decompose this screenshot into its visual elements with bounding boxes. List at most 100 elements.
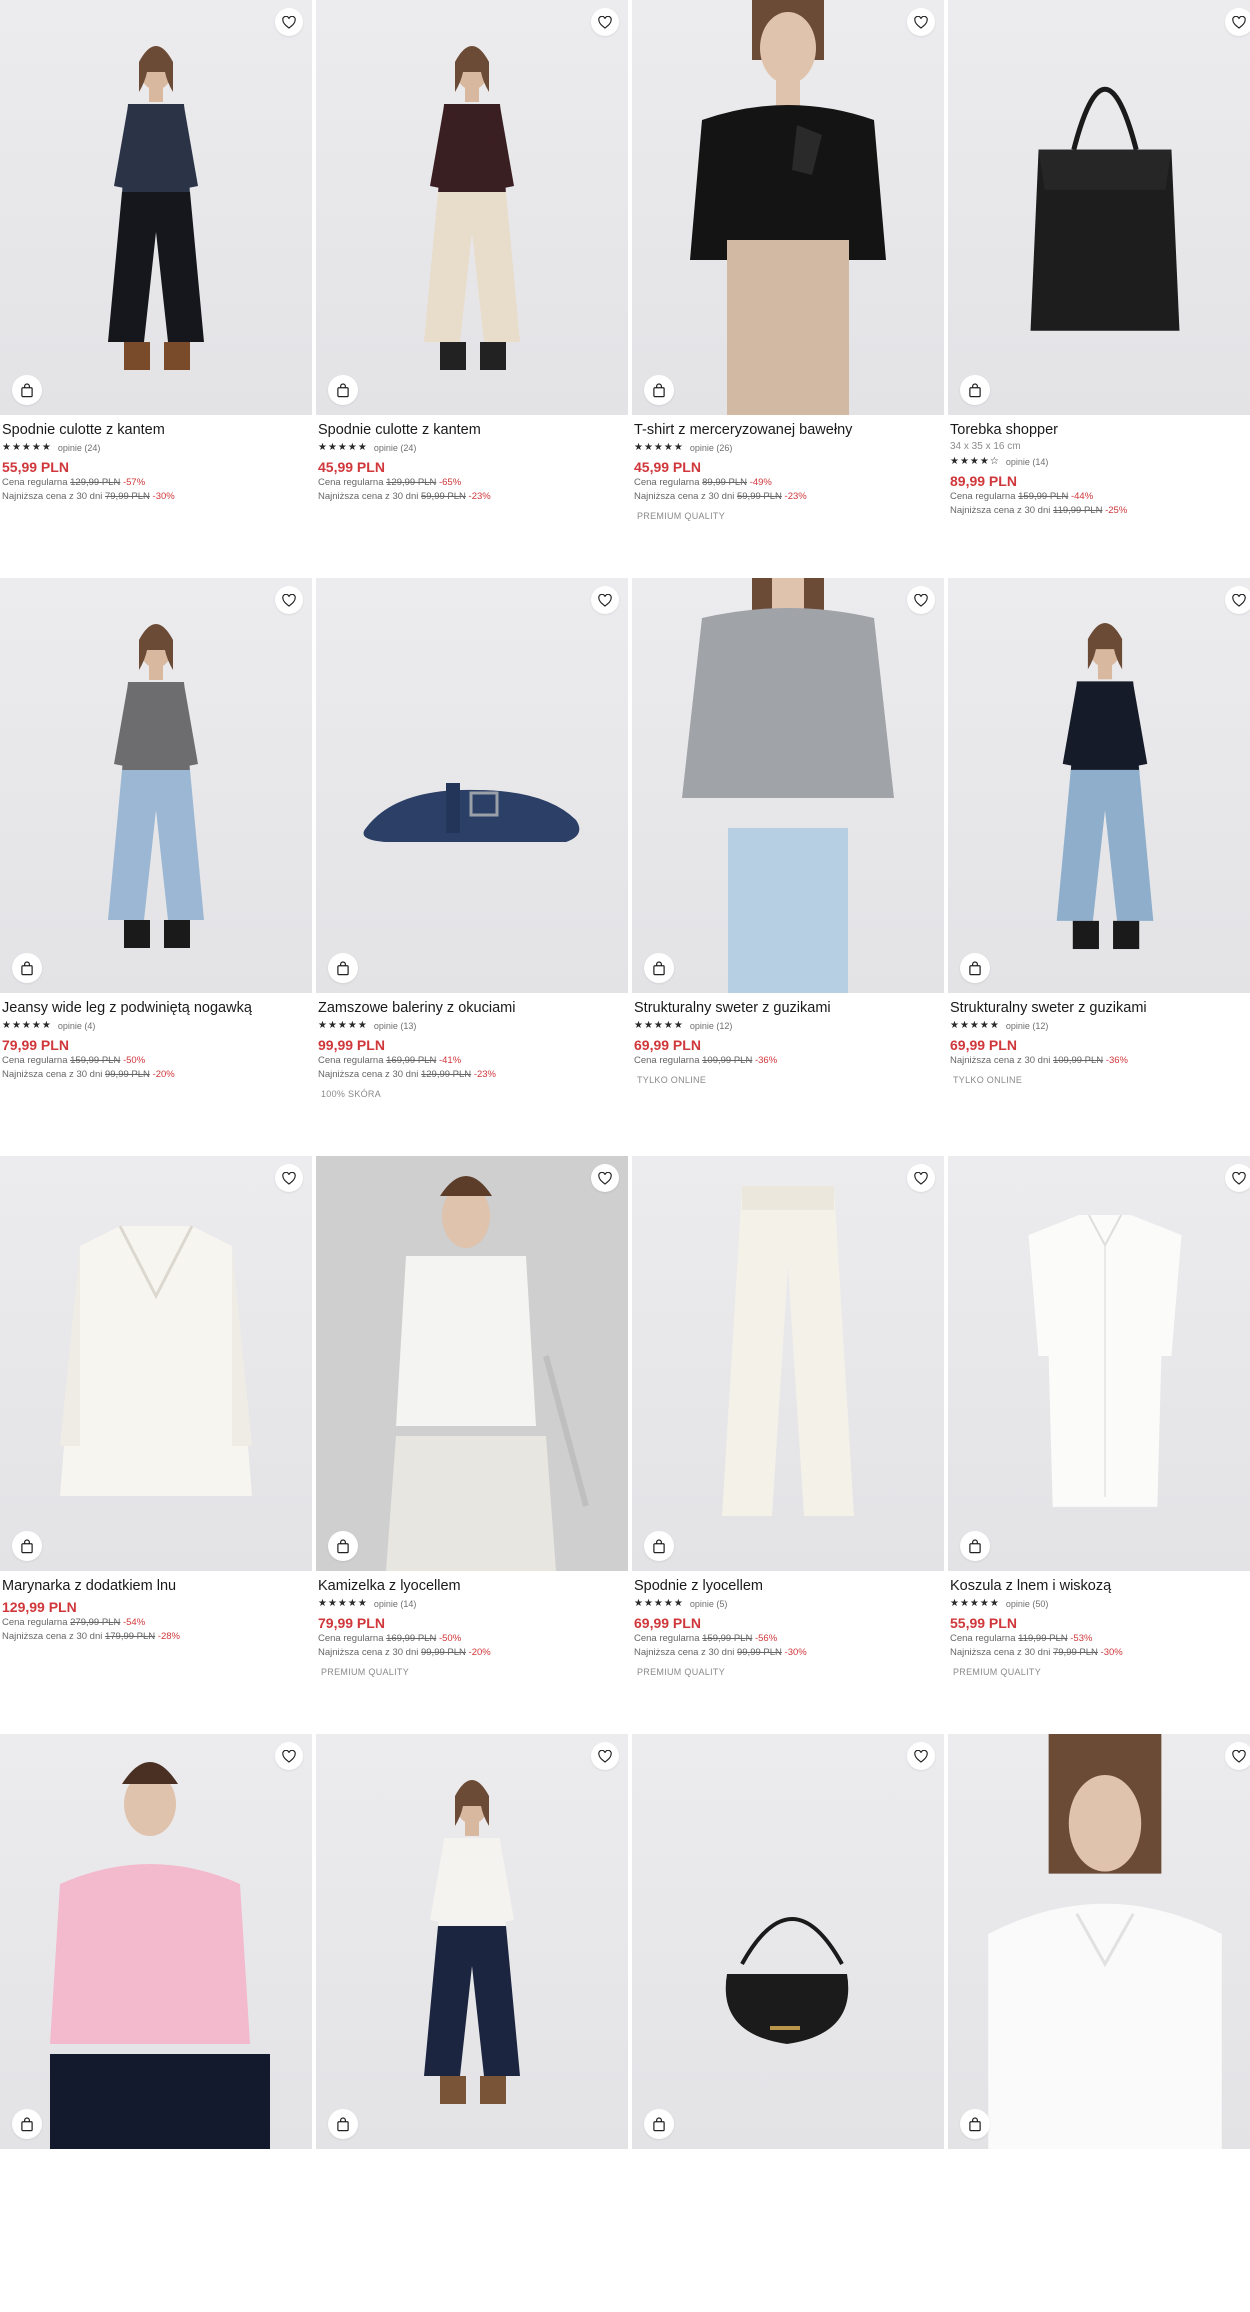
product-photo[interactable] xyxy=(316,1734,628,2149)
product-photo[interactable] xyxy=(948,1156,1250,1571)
add-to-cart-button[interactable] xyxy=(328,953,358,983)
product-name[interactable]: Jeansy wide leg z podwiniętą nogawką xyxy=(2,999,310,1017)
product-card[interactable] xyxy=(948,1734,1250,2312)
shopping-bag-icon xyxy=(969,1538,981,1553)
product-photo[interactable] xyxy=(0,578,312,993)
lowest-price-value: 119,99 PLN xyxy=(1052,505,1103,516)
add-to-wishlist-button[interactable] xyxy=(591,8,619,36)
add-to-cart-button[interactable] xyxy=(12,1531,42,1561)
heart-icon xyxy=(1232,593,1246,607)
product-card[interactable]: Spodnie culotte z kantem ★★★★★ opinie (2… xyxy=(0,0,312,578)
add-to-cart-button[interactable] xyxy=(328,1531,358,1561)
regular-price-discount: -53% xyxy=(1070,1633,1093,1644)
product-photo[interactable] xyxy=(948,0,1250,415)
product-name[interactable]: Strukturalny sweter z guzikami xyxy=(950,999,1250,1017)
add-to-cart-button[interactable] xyxy=(644,1531,674,1561)
add-to-wishlist-button[interactable] xyxy=(1225,1742,1250,1770)
product-card[interactable]: Strukturalny sweter z guzikami ★★★★★ opi… xyxy=(632,578,944,1156)
product-name[interactable]: T-shirt z merceryzowanej bawełny xyxy=(634,421,942,439)
heart-icon xyxy=(282,1171,296,1185)
add-to-wishlist-button[interactable] xyxy=(591,1742,619,1770)
product-photo[interactable] xyxy=(632,0,944,415)
add-to-wishlist-button[interactable] xyxy=(1225,8,1250,36)
add-to-cart-button[interactable] xyxy=(12,953,42,983)
product-card[interactable] xyxy=(0,1734,312,2312)
add-to-cart-button[interactable] xyxy=(12,2109,42,2139)
add-to-wishlist-button[interactable] xyxy=(1225,586,1250,614)
add-to-wishlist-button[interactable] xyxy=(907,586,935,614)
regular-price-line: Cena regularna 109,99 PLN -36% xyxy=(634,1054,942,1068)
product-card[interactable]: Jeansy wide leg z podwiniętą nogawką ★★★… xyxy=(0,578,312,1156)
product-photo[interactable] xyxy=(0,1156,312,1571)
rating-stars-icon: ★★★★★ xyxy=(2,442,52,453)
lowest-price-line: Najniższa cena z 30 dni 59,99 PLN -23% xyxy=(318,490,626,504)
product-name[interactable]: Spodnie culotte z kantem xyxy=(318,421,626,439)
product-card[interactable]: Strukturalny sweter z guzikami ★★★★★ opi… xyxy=(948,578,1250,1156)
review-count[interactable]: opinie (4) xyxy=(58,1021,96,1031)
add-to-cart-button[interactable] xyxy=(644,2109,674,2139)
add-to-wishlist-button[interactable] xyxy=(275,1742,303,1770)
product-name[interactable]: Strukturalny sweter z guzikami xyxy=(634,999,942,1017)
regular-price-discount: -54% xyxy=(122,1617,146,1628)
review-count[interactable]: opinie (50) xyxy=(1006,1599,1049,1609)
lowest-price-label: Najniższa cena z 30 dni xyxy=(2,491,103,502)
add-to-wishlist-button[interactable] xyxy=(907,1164,935,1192)
add-to-cart-button[interactable] xyxy=(328,2109,358,2139)
product-photo[interactable] xyxy=(948,1734,1250,2149)
add-to-wishlist-button[interactable] xyxy=(275,8,303,36)
review-count[interactable]: opinie (13) xyxy=(374,1021,417,1031)
add-to-cart-button[interactable] xyxy=(644,953,674,983)
review-count[interactable]: opinie (26) xyxy=(690,443,733,453)
review-count[interactable]: opinie (12) xyxy=(690,1021,733,1031)
product-photo[interactable] xyxy=(0,1734,312,2149)
product-card[interactable]: Spodnie culotte z kantem ★★★★★ opinie (2… xyxy=(316,0,628,578)
product-card[interactable]: Torebka shopper 34 x 35 x 16 cm ★★★★☆ op… xyxy=(948,0,1250,578)
add-to-wishlist-button[interactable] xyxy=(591,1164,619,1192)
review-count[interactable]: opinie (12) xyxy=(1006,1021,1049,1031)
product-card[interactable]: Spodnie z lyocellem ★★★★★ opinie (5) 69,… xyxy=(632,1156,944,1734)
product-photo[interactable] xyxy=(948,578,1250,993)
product-name[interactable]: Torebka shopper xyxy=(950,421,1250,439)
add-to-cart-button[interactable] xyxy=(960,1531,990,1561)
product-photo[interactable] xyxy=(316,0,628,415)
product-name[interactable]: Koszula z lnem i wiskozą xyxy=(950,1577,1250,1595)
product-photo[interactable] xyxy=(316,1156,628,1571)
add-to-wishlist-button[interactable] xyxy=(907,8,935,36)
review-count[interactable]: opinie (24) xyxy=(58,443,101,453)
review-count[interactable]: opinie (5) xyxy=(690,1599,728,1609)
product-photo[interactable] xyxy=(632,1734,944,2149)
lowest-price-value: 79,99 PLN xyxy=(1052,1647,1098,1658)
product-photo[interactable] xyxy=(632,578,944,993)
product-card[interactable]: T-shirt z merceryzowanej bawełny ★★★★★ o… xyxy=(632,0,944,578)
product-name[interactable]: Marynarka z dodatkiem lnu xyxy=(2,1577,310,1595)
product-name[interactable]: Spodnie z lyocellem xyxy=(634,1577,942,1595)
add-to-cart-button[interactable] xyxy=(644,375,674,405)
product-card[interactable]: Marynarka z dodatkiem lnu 129,99 PLN Cen… xyxy=(0,1156,312,1734)
review-count[interactable]: opinie (14) xyxy=(1006,457,1049,467)
product-card[interactable] xyxy=(632,1734,944,2312)
review-count[interactable]: opinie (14) xyxy=(374,1599,417,1609)
product-card[interactable]: Koszula z lnem i wiskozą ★★★★★ opinie (5… xyxy=(948,1156,1250,1734)
add-to-wishlist-button[interactable] xyxy=(275,1164,303,1192)
add-to-cart-button[interactable] xyxy=(328,375,358,405)
product-card[interactable]: Kamizelka z lyocellem ★★★★★ opinie (14) … xyxy=(316,1156,628,1734)
lowest-price-label: Najniższa cena z 30 dni xyxy=(950,1647,1051,1658)
product-card[interactable] xyxy=(316,1734,628,2312)
product-name[interactable]: Kamizelka z lyocellem xyxy=(318,1577,626,1595)
add-to-cart-button[interactable] xyxy=(960,953,990,983)
product-info: Spodnie culotte z kantem ★★★★★ opinie (2… xyxy=(316,415,628,504)
product-name[interactable]: Spodnie culotte z kantem xyxy=(2,421,310,439)
add-to-wishlist-button[interactable] xyxy=(1225,1164,1250,1192)
add-to-cart-button[interactable] xyxy=(12,375,42,405)
add-to-cart-button[interactable] xyxy=(960,375,990,405)
product-name[interactable]: Zamszowe baleriny z okuciami xyxy=(318,999,626,1017)
add-to-cart-button[interactable] xyxy=(960,2109,990,2139)
product-card[interactable]: Zamszowe baleriny z okuciami ★★★★★ opini… xyxy=(316,578,628,1156)
review-count[interactable]: opinie (24) xyxy=(374,443,417,453)
add-to-wishlist-button[interactable] xyxy=(275,586,303,614)
add-to-wishlist-button[interactable] xyxy=(591,586,619,614)
product-photo[interactable] xyxy=(316,578,628,993)
product-photo[interactable] xyxy=(0,0,312,415)
add-to-wishlist-button[interactable] xyxy=(907,1742,935,1770)
product-photo[interactable] xyxy=(632,1156,944,1571)
